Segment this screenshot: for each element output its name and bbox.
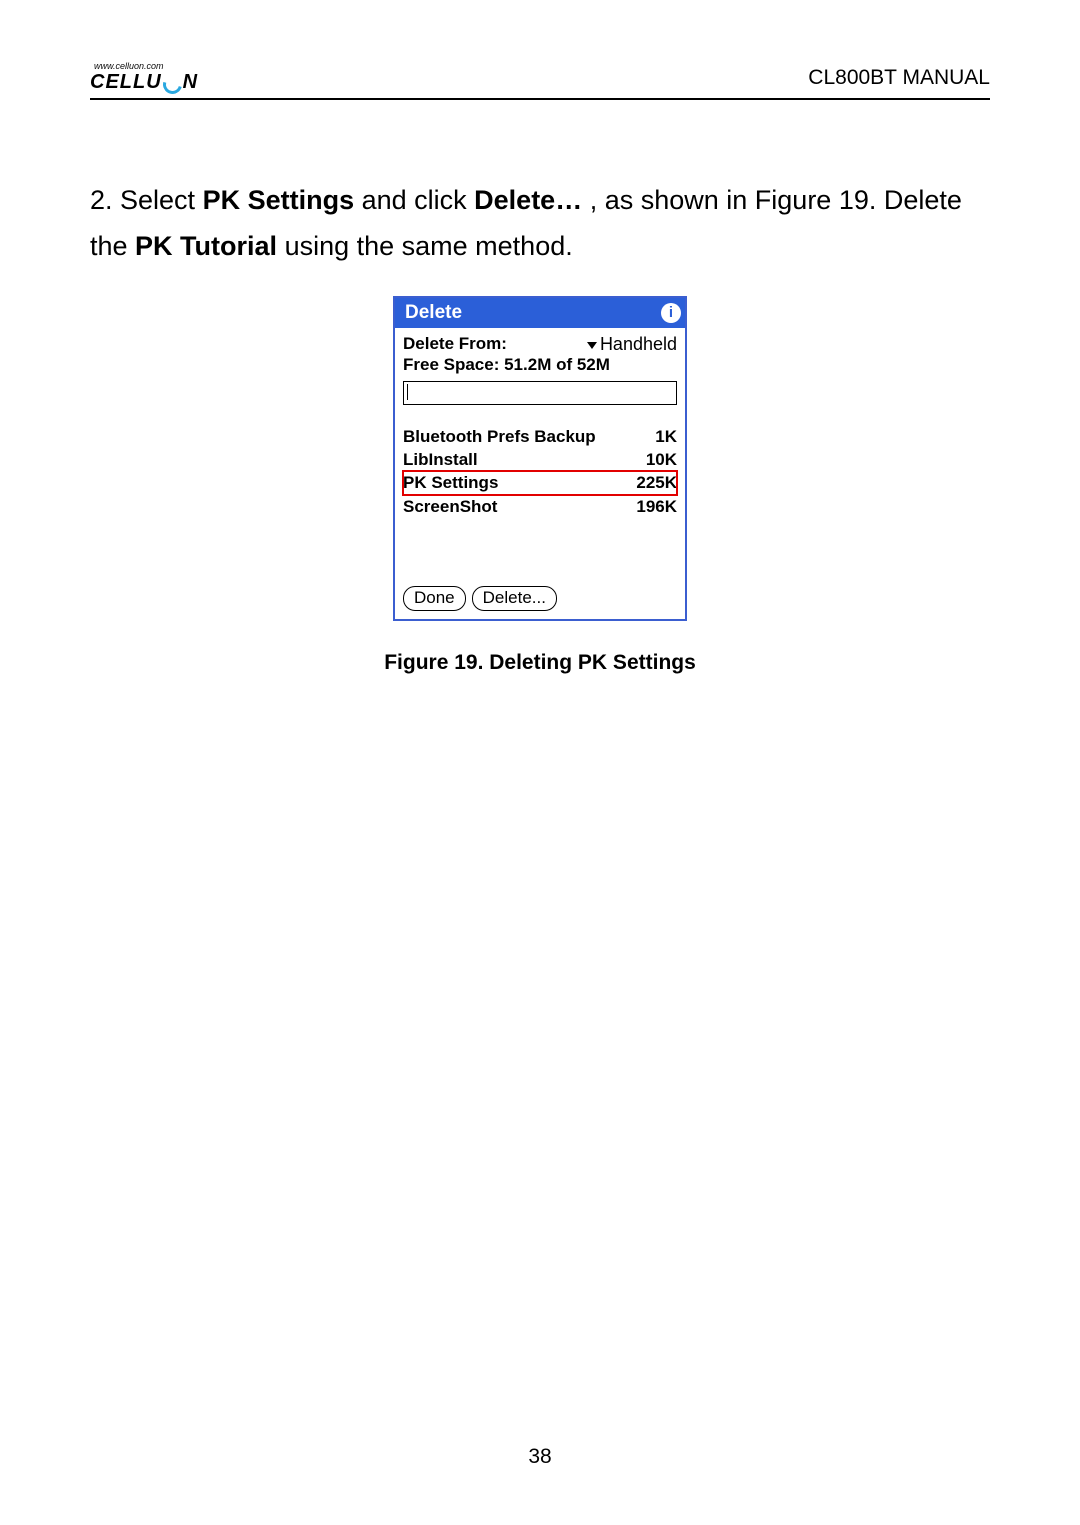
item-name: LibInstall <box>403 449 478 470</box>
brand-text-b: N <box>183 72 198 92</box>
list-item[interactable]: Bluetooth Prefs Backup 1K <box>403 425 677 448</box>
item-name: Bluetooth Prefs Backup <box>403 426 596 447</box>
button-row: Done Delete... <box>403 586 677 611</box>
figure-wrap: Delete i Delete From: Handheld Free Spac… <box>90 296 990 621</box>
dialog-body: Delete From: Handheld Free Space: 51.2M … <box>395 328 685 619</box>
text-cursor-icon <box>407 384 408 400</box>
item-size: 1K <box>655 426 677 447</box>
delete-from-label: Delete From: <box>403 334 507 354</box>
bold-pk-tutorial: PK Tutorial <box>135 231 277 261</box>
item-size: 196K <box>636 496 677 517</box>
manual-page: www.celluon.com CELLU N CL800BT MANUAL 2… <box>0 0 1080 1525</box>
figure-caption: Figure 19. Deleting PK Settings <box>90 651 990 675</box>
bold-delete: Delete… <box>474 185 582 215</box>
delete-button[interactable]: Delete... <box>472 586 557 611</box>
document-title: CL800BT MANUAL <box>808 66 990 92</box>
chevron-down-icon <box>587 342 597 349</box>
done-button[interactable]: Done <box>403 586 466 611</box>
list-item-selected[interactable]: PK Settings 225K <box>403 471 677 494</box>
palm-delete-dialog: Delete i Delete From: Handheld Free Spac… <box>393 296 687 621</box>
text-1: 2. Select <box>90 185 203 215</box>
brand-logo: CELLU N <box>90 72 198 92</box>
delete-from-row: Delete From: Handheld <box>403 334 677 355</box>
item-size: 10K <box>646 449 677 470</box>
item-name: PK Settings <box>403 472 498 493</box>
page-number: 38 <box>0 1445 1080 1469</box>
bold-pk-settings: PK Settings <box>203 185 355 215</box>
item-name: ScreenShot <box>403 496 497 517</box>
ring-icon <box>159 71 185 97</box>
brand-url: www.celluon.com <box>94 62 198 71</box>
brand-block: www.celluon.com CELLU N <box>90 62 198 92</box>
item-size: 225K <box>636 472 677 493</box>
instruction-paragraph: 2. Select PK Settings and click Delete… … <box>90 178 990 270</box>
list-item[interactable]: ScreenShot 196K <box>403 495 677 518</box>
text-4: using the same method. <box>277 231 573 261</box>
delete-from-dropdown[interactable]: Handheld <box>587 334 677 355</box>
free-space-label: Free Space: 51.2M of 52M <box>403 355 677 375</box>
brand-text-a: CELLU <box>90 72 162 92</box>
page-header: www.celluon.com CELLU N CL800BT MANUAL <box>90 62 990 100</box>
dialog-titlebar: Delete i <box>395 298 685 328</box>
list-item[interactable]: LibInstall 10K <box>403 448 677 471</box>
dialog-title: Delete <box>405 302 462 324</box>
delete-from-value: Handheld <box>600 334 677 354</box>
text-2: and click <box>354 185 474 215</box>
app-list: Bluetooth Prefs Backup 1K LibInstall 10K… <box>403 425 677 518</box>
filter-input[interactable] <box>403 381 677 405</box>
info-icon[interactable]: i <box>661 303 681 323</box>
